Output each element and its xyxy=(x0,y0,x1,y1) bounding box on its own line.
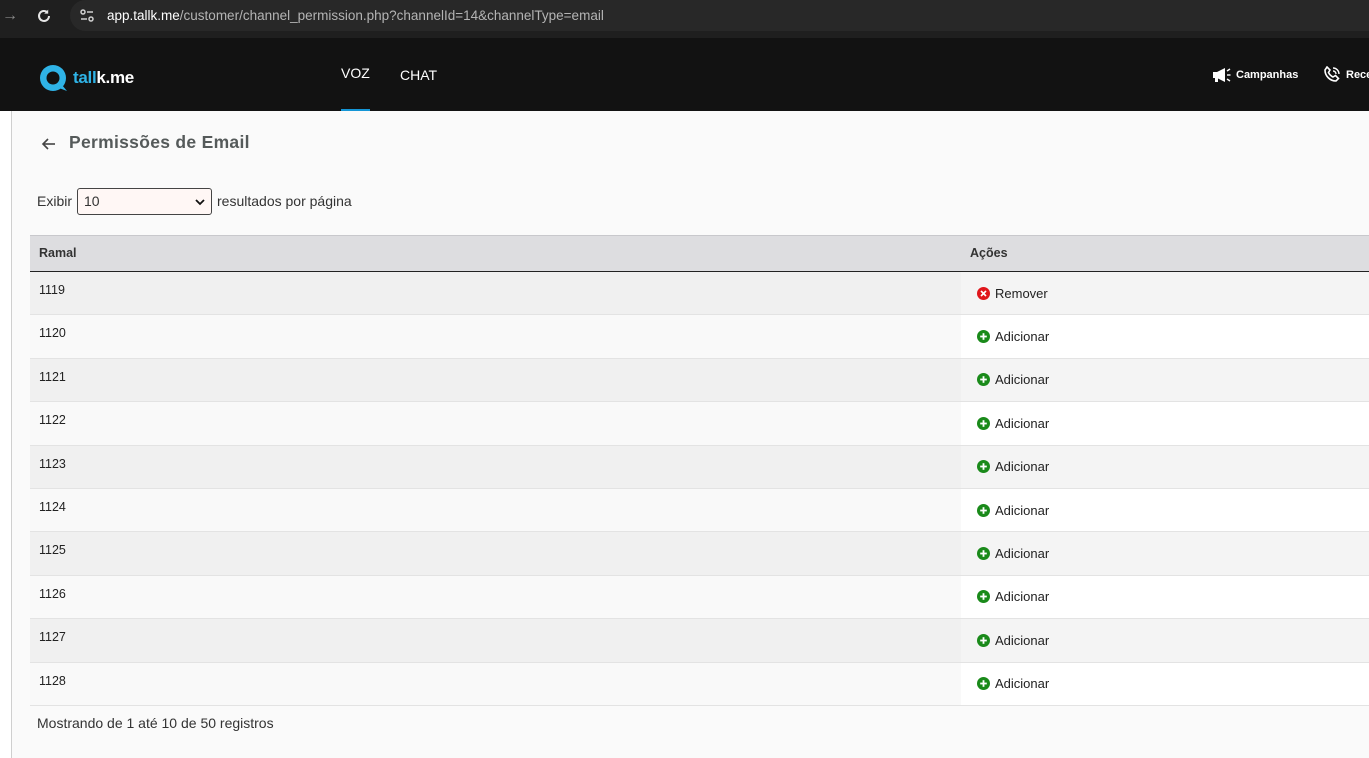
app-header: tallk.me VOZ CHAT Campanhas Rece xyxy=(0,38,1369,112)
permissions-table: Ramal Ações 1119 Remover 1120 Adicionar 1121… xyxy=(30,235,1369,706)
logo-text: tallk.me xyxy=(73,68,134,88)
site-settings-icon[interactable] xyxy=(78,7,96,25)
remove-button[interactable]: Remover xyxy=(977,286,1048,301)
table-row: 1121 Adicionar xyxy=(30,358,1369,403)
cell-ramal: 1127 xyxy=(30,619,961,662)
tab-chat[interactable]: CHAT xyxy=(400,67,437,83)
cell-ramal: 1121 xyxy=(30,358,961,402)
action-label: Adicionar xyxy=(995,372,1050,388)
add-circle-icon xyxy=(977,590,990,604)
url-path: /customer/channel_permission.php?channel… xyxy=(179,8,604,23)
reload-icon[interactable] xyxy=(34,6,54,26)
action-label: Adicionar xyxy=(995,502,1050,518)
cell-acoes: Remover xyxy=(961,272,1369,315)
url-host: app.tallk.me xyxy=(107,8,180,23)
add-button[interactable]: Adicionar xyxy=(977,416,1049,431)
page-title: Permissões de Email xyxy=(69,132,250,152)
table-header: Ramal Ações xyxy=(30,235,1369,272)
cell-ramal: 1126 xyxy=(30,575,961,619)
cell-acoes: Adicionar xyxy=(961,619,1369,662)
cell-acoes: Adicionar xyxy=(961,532,1369,575)
add-circle-icon xyxy=(977,547,990,561)
nav-receptivo-label: Rece xyxy=(1346,69,1369,81)
cell-acoes: Adicionar xyxy=(961,358,1369,402)
tab-voz[interactable]: VOZ xyxy=(341,65,370,112)
cell-acoes: Adicionar xyxy=(961,662,1369,705)
table-info: Mostrando de 1 até 10 de 50 registros xyxy=(37,715,274,731)
add-circle-icon xyxy=(977,503,990,517)
chat-bubble-logo-icon xyxy=(40,65,67,91)
action-label: Adicionar xyxy=(995,632,1050,648)
add-button[interactable]: Adicionar xyxy=(977,546,1049,561)
action-label: Remover xyxy=(995,285,1048,301)
add-circle-icon xyxy=(977,633,990,647)
page-length-value: 10 xyxy=(84,193,100,209)
url-text[interactable]: app.tallk.me/customer/channel_permission… xyxy=(107,7,604,25)
action-label: Adicionar xyxy=(995,415,1050,431)
add-circle-icon xyxy=(977,416,990,430)
cell-ramal: 1119 xyxy=(30,272,961,315)
cell-ramal: 1128 xyxy=(30,662,961,705)
tallkme-logo[interactable]: tallk.me xyxy=(38,62,134,94)
cell-ramal: 1123 xyxy=(30,445,961,488)
page-length-select[interactable]: 10 xyxy=(77,187,213,215)
add-button[interactable]: Adicionar xyxy=(977,633,1049,648)
action-label: Adicionar xyxy=(995,589,1050,605)
table-row: 1125 Adicionar xyxy=(30,532,1369,576)
table-row: 1119 Remover xyxy=(30,272,1369,316)
action-label: Adicionar xyxy=(995,329,1050,345)
add-circle-icon xyxy=(977,330,990,344)
cell-acoes: Adicionar xyxy=(961,575,1369,619)
cell-ramal: 1120 xyxy=(30,315,961,358)
cell-ramal: 1124 xyxy=(30,488,961,532)
page-length-control: Exibir 10 resultados por página xyxy=(37,187,352,215)
cell-acoes: Adicionar xyxy=(961,315,1369,358)
add-button[interactable]: Adicionar xyxy=(977,503,1049,518)
column-header-ramal[interactable]: Ramal xyxy=(30,236,961,271)
table-row: 1126 Adicionar xyxy=(30,575,1369,620)
cell-ramal: 1125 xyxy=(30,532,961,575)
remove-circle-icon xyxy=(977,286,990,300)
nav-campanhas-label: Campanhas xyxy=(1236,69,1299,81)
logo-suffix: k.me xyxy=(96,68,134,87)
table-row: 1124 Adicionar xyxy=(30,488,1369,533)
add-button[interactable]: Adicionar xyxy=(977,589,1049,604)
main-content: Permissões de Email Exibir 10 resultados… xyxy=(12,111,1369,758)
megaphone-icon xyxy=(1213,68,1231,82)
table-row: 1122 Adicionar xyxy=(30,402,1369,446)
add-button[interactable]: Adicionar xyxy=(977,329,1049,344)
cell-acoes: Adicionar xyxy=(961,445,1369,488)
phone-icon xyxy=(1324,66,1340,82)
logo-prefix: tall xyxy=(73,68,97,87)
action-label: Adicionar xyxy=(995,676,1050,692)
add-circle-icon xyxy=(977,677,990,691)
table-body: 1119 Remover 1120 Adicionar 1121 Adicionar 112… xyxy=(30,272,1369,706)
address-bar[interactable]: app.tallk.me/customer/channel_permission… xyxy=(70,0,1369,31)
length-prefix: Exibir xyxy=(37,193,73,209)
cell-acoes: Adicionar xyxy=(961,402,1369,445)
add-button[interactable]: Adicionar xyxy=(977,459,1049,474)
nav-campanhas[interactable]: Campanhas xyxy=(1211,66,1298,84)
table-row: 1123 Adicionar xyxy=(30,445,1369,489)
add-circle-icon xyxy=(977,373,990,387)
table-row: 1127 Adicionar xyxy=(30,619,1369,663)
back-arrow-icon[interactable] xyxy=(40,135,58,153)
length-suffix: resultados por página xyxy=(217,193,352,209)
table-row: 1128 Adicionar xyxy=(30,662,1369,706)
nav-receptivo[interactable]: Rece xyxy=(1323,66,1369,84)
cell-acoes: Adicionar xyxy=(961,488,1369,532)
browser-toolbar: → app.tallk.me/customer/channel_permissi… xyxy=(0,0,1369,38)
action-label: Adicionar xyxy=(995,546,1050,562)
forward-icon[interactable]: → xyxy=(0,6,20,26)
action-label: Adicionar xyxy=(995,459,1050,475)
table-row: 1120 Adicionar xyxy=(30,315,1369,359)
add-button[interactable]: Adicionar xyxy=(977,372,1049,387)
column-header-acoes[interactable]: Ações xyxy=(961,236,1008,271)
cell-ramal: 1122 xyxy=(30,402,961,445)
chevron-down-icon xyxy=(195,198,205,205)
add-circle-icon xyxy=(977,460,990,474)
add-button[interactable]: Adicionar xyxy=(977,676,1049,691)
